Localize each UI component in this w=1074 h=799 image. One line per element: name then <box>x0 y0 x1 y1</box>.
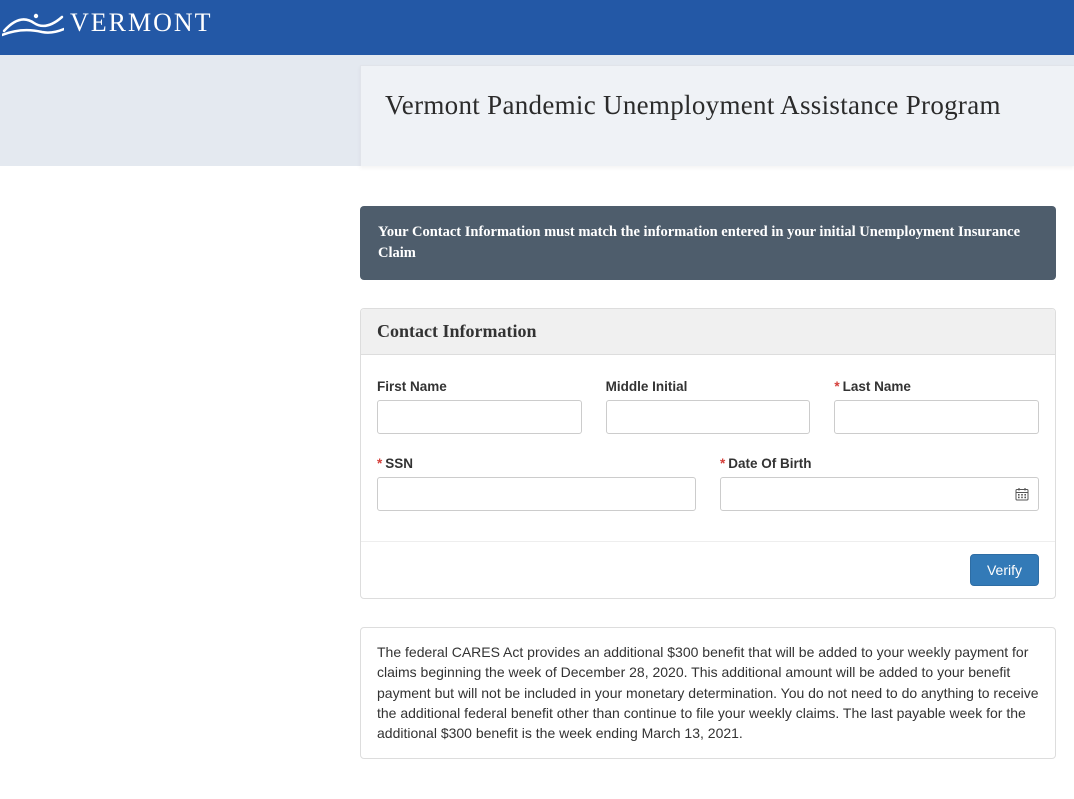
dob-input[interactable] <box>720 477 1039 511</box>
main-content: Your Contact Information must match the … <box>360 166 1074 799</box>
panel-footer: Verify <box>361 541 1055 598</box>
first-name-input[interactable] <box>377 400 582 434</box>
cares-act-text: The federal CARES Act provides an additi… <box>377 644 1039 741</box>
required-star-icon: * <box>720 456 725 471</box>
last-name-input[interactable] <box>834 400 1039 434</box>
last-name-label-text: Last Name <box>843 379 911 394</box>
contact-info-panel: Contact Information First Name Middle In… <box>360 308 1056 599</box>
top-header: VERMONT <box>0 0 1074 55</box>
required-star-icon: * <box>377 456 382 471</box>
dob-label: *Date Of Birth <box>720 456 1039 471</box>
notice-banner: Your Contact Information must match the … <box>360 206 1056 280</box>
ssn-group: *SSN <box>377 456 696 511</box>
middle-initial-group: Middle Initial <box>606 379 811 434</box>
dob-input-wrapper <box>720 477 1039 511</box>
page-title-box: Vermont Pandemic Unemployment Assistance… <box>360 65 1074 166</box>
sub-header: Vermont Pandemic Unemployment Assistance… <box>0 55 1074 166</box>
form-row-name: First Name Middle Initial * Last Name <box>377 379 1039 434</box>
notice-text: Your Contact Information must match the … <box>378 224 1020 261</box>
middle-initial-label: Middle Initial <box>606 379 811 394</box>
panel-body: First Name Middle Initial *Last Name *SS… <box>361 355 1055 541</box>
ssn-label: *SSN <box>377 456 696 471</box>
form-row-ssn-dob: *SSN *Date Of Birth <box>377 456 1039 511</box>
panel-header: Contact Information <box>361 309 1055 355</box>
first-name-label: First Name <box>377 379 582 394</box>
brand-logo: VERMONT <box>2 8 1074 38</box>
required-star-icon: * <box>834 379 839 394</box>
last-name-label: * Last Name <box>834 379 1039 394</box>
cares-act-info: The federal CARES Act provides an additi… <box>360 627 1056 758</box>
page-title: Vermont Pandemic Unemployment Assistance… <box>385 90 1050 121</box>
verify-button[interactable]: Verify <box>970 554 1039 586</box>
dob-group: *Date Of Birth <box>720 456 1039 511</box>
middle-initial-input[interactable] <box>606 400 811 434</box>
mountain-swoosh-icon <box>2 9 64 37</box>
ssn-input[interactable] <box>377 477 696 511</box>
brand-text: VERMONT <box>70 8 213 38</box>
last-name-group: * Last Name <box>834 379 1039 434</box>
dob-label-text: Date Of Birth <box>728 456 811 471</box>
ssn-label-text: SSN <box>385 456 413 471</box>
first-name-group: First Name <box>377 379 582 434</box>
